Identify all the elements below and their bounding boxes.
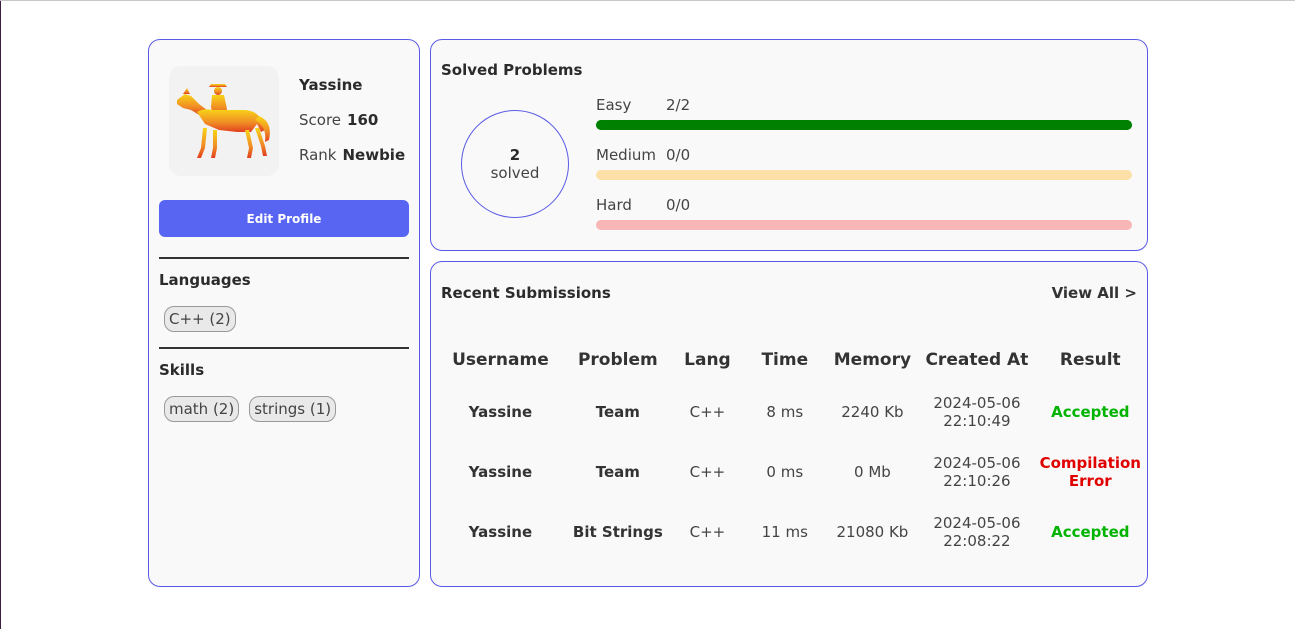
horse-rider-icon: [177, 84, 270, 158]
cell-lang: C++: [689, 403, 726, 421]
solved-count: 2: [509, 146, 521, 164]
skill-chip: strings (1): [249, 396, 337, 422]
cell-memory: 0 Mb: [854, 463, 891, 481]
column-username: Username: [452, 350, 549, 370]
difficulty-medium: Medium 0/0: [596, 146, 1133, 180]
languages-title: Languages: [159, 271, 251, 289]
submissions-table: Username Problem Lang Time Memory Create…: [441, 338, 1141, 562]
edit-profile-button[interactable]: Edit Profile: [159, 200, 409, 237]
skills-title: Skills: [159, 361, 205, 379]
difficulty-value: 0/0: [666, 196, 691, 214]
rank-label: Rank: [299, 146, 337, 164]
table-row[interactable]: Yassine Team C++ 0 ms 0 Mb 2024-05-06 22:…: [441, 442, 1141, 502]
cell-time: 8 ms: [766, 403, 804, 421]
cell-lang: C++: [689, 523, 726, 541]
column-lang: Lang: [684, 350, 731, 370]
created-date: 2024-05-06: [933, 514, 1021, 532]
cell-lang: C++: [689, 463, 726, 481]
solved-count-ring: 2 solved: [461, 110, 569, 218]
window-edge: [0, 1, 1, 629]
submissions-title: Recent Submissions: [441, 284, 611, 302]
divider: [159, 257, 409, 259]
cell-time: 0 ms: [766, 463, 804, 481]
cell-time: 11 ms: [761, 523, 808, 541]
cell-created-at: 2024-05-06 22:10:26: [914, 442, 1039, 502]
created-date: 2024-05-06: [933, 394, 1021, 412]
username: Yassine: [299, 76, 363, 94]
solved-problems-card: Solved Problems 2 solved Easy 2/2 Medium 0…: [430, 39, 1148, 251]
difficulty-label: Medium: [596, 146, 656, 164]
table-header: Username Problem Lang Time Memory Create…: [441, 338, 1141, 382]
column-created-at: Created At: [925, 350, 1029, 370]
cell-created-at: 2024-05-06 22:10:49: [914, 382, 1039, 442]
created-time: 22:08:22: [943, 532, 1011, 550]
difficulty-easy: Easy 2/2: [596, 96, 1133, 130]
column-result: Result: [1059, 350, 1121, 370]
table-row[interactable]: Yassine Bit Strings C++ 11 ms 21080 Kb 2…: [441, 502, 1141, 562]
rank-row: Rank Newbie: [299, 146, 405, 164]
avatar: [169, 66, 279, 176]
cell-result: Accepted: [1051, 523, 1130, 541]
language-chip: C++ (2): [164, 306, 236, 332]
difficulty-value: 2/2: [666, 96, 691, 114]
created-time: 22:10:49: [943, 412, 1011, 430]
languages-list: C++ (2): [164, 306, 236, 332]
cell-problem[interactable]: Team: [560, 382, 676, 442]
cell-username: Yassine: [468, 523, 533, 541]
difficulty-label: Easy: [596, 96, 632, 114]
created-time: 22:10:26: [943, 472, 1011, 490]
cell-created-at: 2024-05-06 22:08:22: [914, 502, 1039, 562]
progress-bar: [596, 170, 1132, 180]
table-row[interactable]: Yassine Team C++ 8 ms 2240 Kb 2024-05-06…: [441, 382, 1141, 442]
skills-list: math (2) strings (1): [164, 396, 337, 422]
view-all-link[interactable]: View All >: [1052, 284, 1137, 302]
score-row: Score 160: [299, 111, 378, 129]
created-date: 2024-05-06: [933, 454, 1021, 472]
cell-problem[interactable]: Team: [560, 442, 676, 502]
column-time: Time: [761, 350, 809, 370]
difficulty-hard: Hard 0/0: [596, 196, 1133, 230]
progress-bar: [596, 220, 1132, 230]
cell-memory: 21080 Kb: [836, 523, 909, 541]
cell-memory: 2240 Kb: [841, 403, 904, 421]
difficulty-value: 0/0: [666, 146, 691, 164]
divider: [159, 347, 409, 349]
difficulty-label: Hard: [596, 196, 632, 214]
cell-problem[interactable]: Bit Strings: [560, 502, 676, 562]
score-value: 160: [347, 111, 379, 129]
column-memory: Memory: [833, 350, 912, 370]
score-label: Score: [299, 111, 342, 129]
cell-result: Compilation Error: [1039, 454, 1141, 490]
cell-result: Accepted: [1051, 403, 1130, 421]
progress-bar: [596, 120, 1132, 130]
solved-title: Solved Problems: [441, 61, 583, 79]
rank-value: Newbie: [342, 146, 406, 164]
profile-card: Yassine Score 160 Rank Newbie Edit Profile…: [148, 39, 420, 587]
solved-count-label: solved: [490, 164, 540, 182]
cell-username: Yassine: [468, 463, 533, 481]
column-problem: Problem: [577, 350, 658, 370]
cell-username: Yassine: [468, 403, 533, 421]
progress-fill: [596, 120, 1132, 130]
recent-submissions-card: Recent Submissions View All > Username P…: [430, 261, 1148, 587]
skill-chip: math (2): [164, 396, 240, 422]
